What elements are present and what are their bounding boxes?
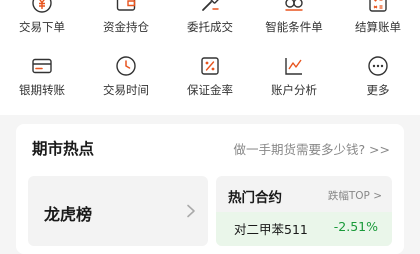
action-label: 委托成交 <box>187 20 233 34</box>
action-label: 交易时间 <box>103 83 149 97</box>
bank-card-icon <box>32 58 52 74</box>
action-settlement-bill[interactable]: 结算账单 <box>336 0 420 52</box>
clock-icon <box>116 56 136 76</box>
action-smart-condition[interactable]: 智能条件单 <box>252 0 336 52</box>
decline-top-sort-link[interactable]: 跌幅TOP > <box>328 188 382 203</box>
smart-condition-icon <box>285 0 303 11</box>
wallet-icon <box>116 0 136 11</box>
dragon-tiger-list-card[interactable]: 龙虎榜 <box>28 176 208 246</box>
action-orders-fills[interactable]: 委托成交 <box>168 0 252 52</box>
action-label: 账户分析 <box>271 83 317 97</box>
action-account-analysis[interactable]: 账户分析 <box>252 55 336 107</box>
contract-name: 对二甲苯511 <box>234 222 308 237</box>
action-label: 资金持仓 <box>103 20 149 34</box>
section-title: 期市热点 <box>32 140 95 158</box>
contract-change: -2.51% <box>333 219 378 234</box>
chart-line-icon <box>285 58 302 75</box>
action-label: 交易下单 <box>19 20 65 34</box>
action-label: 银期转账 <box>19 83 65 97</box>
action-label: 更多 <box>366 83 390 97</box>
margin-question-link[interactable]: 做一手期货需要多少钱? >> <box>233 139 390 158</box>
percent-icon <box>201 57 219 75</box>
action-label: 智能条件单 <box>265 20 323 34</box>
hot-contracts-title: 热门合约 <box>228 190 282 206</box>
yuan-order-icon <box>32 0 52 13</box>
quick-actions-panel: 交易下单 资金持仓 委托成交 智能条件单 结算账单 银期转账 交易时间 保证金率… <box>0 0 420 115</box>
hot-contracts-card: 热门合约 跌幅TOP > 对二甲苯511 -2.51% <box>216 176 392 246</box>
more-dots-icon <box>368 56 388 76</box>
contract-row[interactable]: 对二甲苯511 -2.51% <box>216 212 392 246</box>
action-label: 结算账单 <box>355 20 401 34</box>
hammer-icon <box>202 0 220 11</box>
action-trading-hours[interactable]: 交易时间 <box>84 55 168 107</box>
action-bank-transfer[interactable]: 银期转账 <box>0 55 84 107</box>
action-margin-rate[interactable]: 保证金率 <box>168 55 252 107</box>
dragon-tiger-label: 龙虎榜 <box>44 205 93 224</box>
market-hotspot-card: 期市热点 做一手期货需要多少钱? >> 龙虎榜 热门合约 跌幅TOP > 对二甲… <box>16 124 404 254</box>
calculator-icon <box>369 0 387 12</box>
action-trade-order[interactable]: 交易下单 <box>0 0 84 52</box>
action-label: 保证金率 <box>187 83 233 97</box>
chevron-right-icon <box>187 204 195 218</box>
action-funds-positions[interactable]: 资金持仓 <box>84 0 168 52</box>
action-more[interactable]: 更多 <box>336 55 420 107</box>
